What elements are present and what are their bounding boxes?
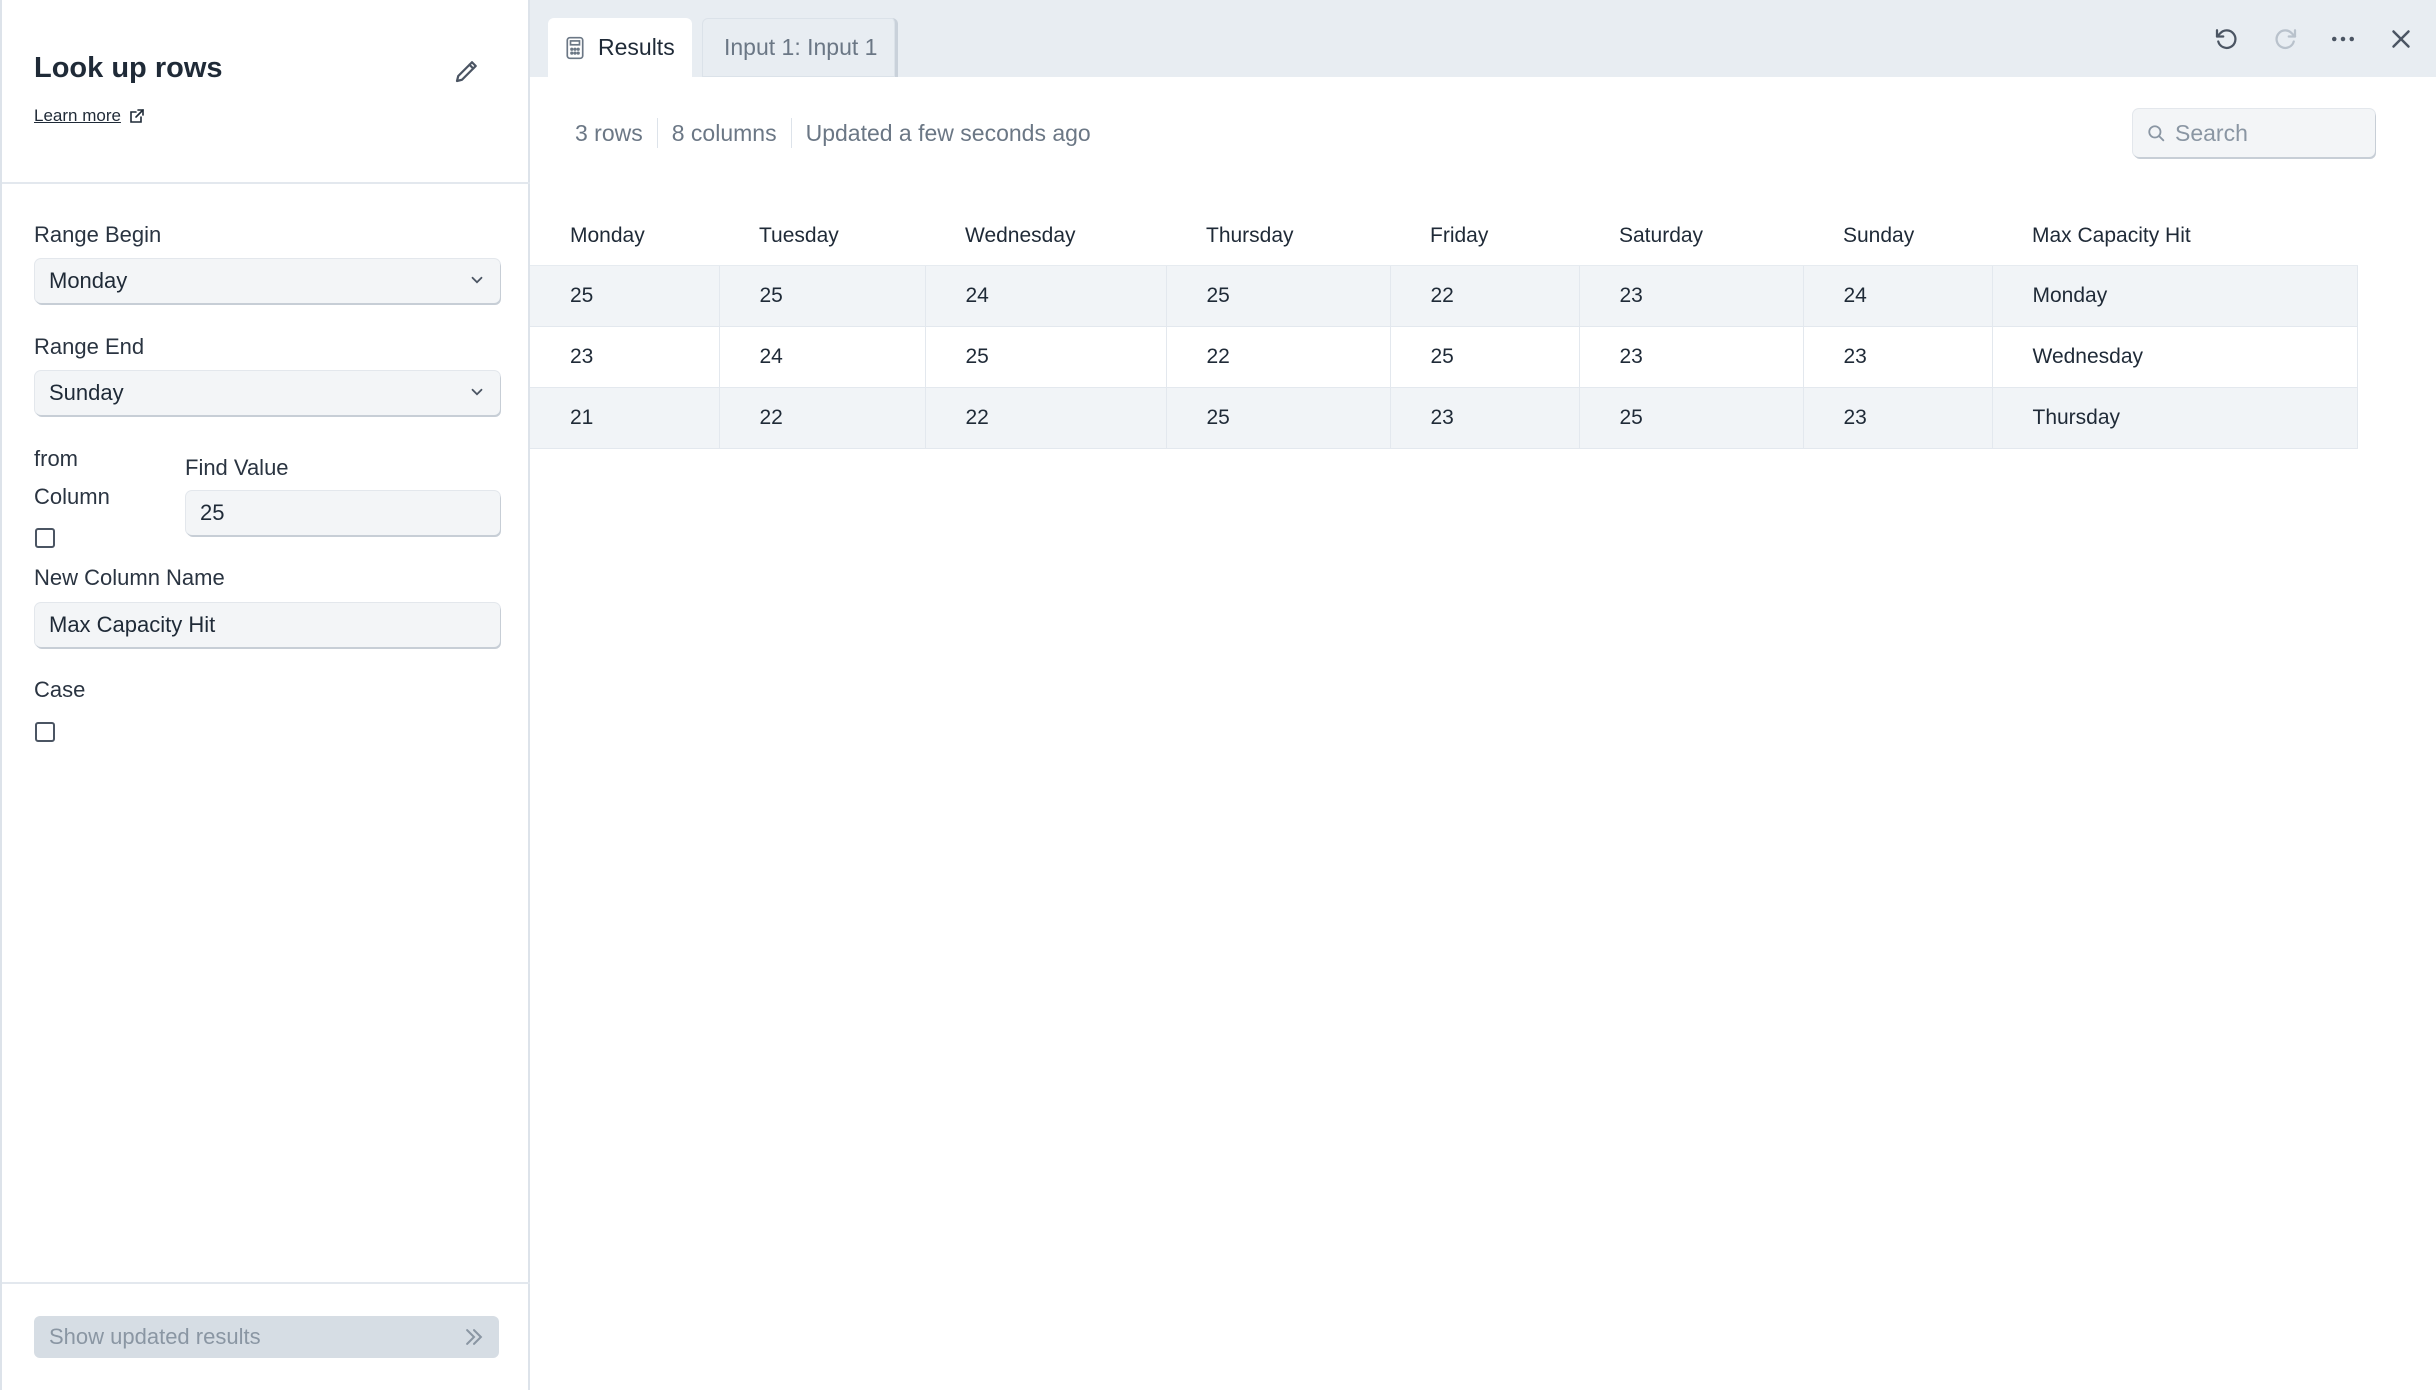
column-header[interactable]: Wednesday <box>925 207 1166 266</box>
table-cell[interactable]: 22 <box>1166 326 1391 388</box>
table-cell[interactable]: 24 <box>925 265 1167 327</box>
table-cell[interactable]: 25 <box>1579 387 1804 449</box>
column-header[interactable]: Tuesday <box>719 207 925 266</box>
table-cell[interactable]: 23 <box>1803 387 1993 449</box>
panel-header: Look up rows Learn more <box>2 0 530 184</box>
table-cell[interactable]: 21 <box>530 387 720 449</box>
table-cell[interactable]: 23 <box>1579 265 1804 327</box>
learn-more-link[interactable]: Learn more <box>34 106 145 126</box>
config-panel: Look up rows Learn more Range Begin Mond… <box>0 0 530 1390</box>
table-cell[interactable]: 24 <box>719 326 926 388</box>
column-header[interactable]: Thursday <box>1166 207 1390 266</box>
column-count: 8 columns <box>671 119 777 146</box>
table-cell[interactable]: 22 <box>719 387 926 449</box>
new-column-input[interactable]: Max Capacity Hit <box>35 603 500 647</box>
table-cell[interactable]: 25 <box>925 326 1167 388</box>
table-cell[interactable]: 23 <box>1803 326 1993 388</box>
tab-bar: Results Input 1: Input 1 <box>530 0 2436 77</box>
more-options-icon[interactable] <box>2328 24 2358 54</box>
column-header[interactable]: Sunday <box>1803 207 1992 266</box>
table-cell[interactable]: 25 <box>530 265 720 327</box>
results-panel: Results Input 1: Input 1 3 rows 8 column… <box>530 0 2436 1390</box>
tab-results-label: Results <box>598 34 675 60</box>
range-end-label: Range End <box>34 334 145 359</box>
redo-icon[interactable] <box>2270 24 2300 54</box>
external-link-icon <box>130 109 144 123</box>
edit-pencil-icon[interactable] <box>452 56 482 86</box>
tab-results[interactable]: Results <box>548 18 692 77</box>
table-cell[interactable]: 23 <box>530 326 720 388</box>
divider <box>656 118 658 148</box>
table-cell[interactable]: 25 <box>1166 265 1391 327</box>
table-cell[interactable]: 22 <box>1390 265 1580 327</box>
row-count: 3 rows <box>575 119 643 146</box>
panel-title: Look up rows <box>34 52 223 84</box>
table-cell[interactable]: Thursday <box>1992 387 2358 449</box>
tab-input[interactable]: Input 1: Input 1 <box>702 18 898 77</box>
column-header[interactable]: Max Capacity Hit <box>1992 207 2357 266</box>
table-cell[interactable]: 25 <box>719 265 926 327</box>
table-cell[interactable]: 22 <box>925 387 1167 449</box>
from-column-checkbox[interactable] <box>35 528 55 548</box>
range-begin-select[interactable]: Monday <box>35 259 500 303</box>
table-cell[interactable]: 23 <box>1579 326 1804 388</box>
table-cell[interactable]: 23 <box>1390 387 1580 449</box>
double-chevron-right-icon <box>466 1329 483 1345</box>
range-end-select[interactable]: Sunday <box>35 371 500 415</box>
range-begin-label: Range Begin <box>34 222 162 247</box>
divider <box>790 118 792 148</box>
find-value-input[interactable]: 25 <box>186 491 500 535</box>
results-table: Monday Tuesday Wednesday Thursday Friday… <box>530 207 2358 449</box>
results-meta: 3 rows 8 columns Updated a few seconds a… <box>575 118 1091 148</box>
undo-icon[interactable] <box>2212 24 2242 54</box>
tab-input-label: Input 1: Input 1 <box>724 34 878 60</box>
new-column-label: New Column Name <box>34 565 225 590</box>
find-value-label: Find Value <box>185 455 289 480</box>
close-icon[interactable] <box>2386 24 2416 54</box>
search-icon <box>2148 125 2165 142</box>
table-row: 21 22 22 25 23 25 23 Thursday <box>530 387 2358 449</box>
column-label: Column <box>34 484 110 509</box>
table-cell[interactable]: Monday <box>1992 265 2358 327</box>
table-header-row: Monday Tuesday Wednesday Thursday Friday… <box>530 207 2357 266</box>
table-cell[interactable]: 25 <box>1390 326 1580 388</box>
show-updated-results-button[interactable]: Show updated results <box>34 1316 499 1358</box>
column-header[interactable]: Saturday <box>1579 207 1803 266</box>
case-label: Case <box>34 677 86 702</box>
search-placeholder: Search <box>2175 119 2248 146</box>
range-begin-value: Monday <box>49 268 128 293</box>
table-row: 23 24 25 22 25 23 23 Wednesday <box>530 326 2358 388</box>
column-header[interactable]: Monday <box>530 207 719 266</box>
chevron-down-icon <box>471 276 483 284</box>
column-header[interactable]: Friday <box>1390 207 1579 266</box>
new-column-text: Max Capacity Hit <box>49 612 216 637</box>
chevron-down-icon <box>471 388 483 396</box>
range-end-value: Sunday <box>49 380 124 405</box>
updated-status: Updated a few seconds ago <box>805 119 1091 146</box>
table-cell[interactable]: 25 <box>1166 387 1391 449</box>
table-row: 25 25 24 25 22 23 24 Monday <box>530 265 2358 327</box>
learn-more-label: Learn more <box>34 106 121 125</box>
search-input[interactable]: Search <box>2133 109 2375 157</box>
find-value-text: 25 <box>200 500 225 525</box>
table-cell[interactable]: 24 <box>1803 265 1993 327</box>
from-label: from <box>34 446 78 471</box>
calculator-icon <box>566 36 584 59</box>
show-results-label: Show updated results <box>49 1324 261 1349</box>
table-cell[interactable]: Wednesday <box>1992 326 2358 388</box>
case-checkbox[interactable] <box>35 722 55 742</box>
